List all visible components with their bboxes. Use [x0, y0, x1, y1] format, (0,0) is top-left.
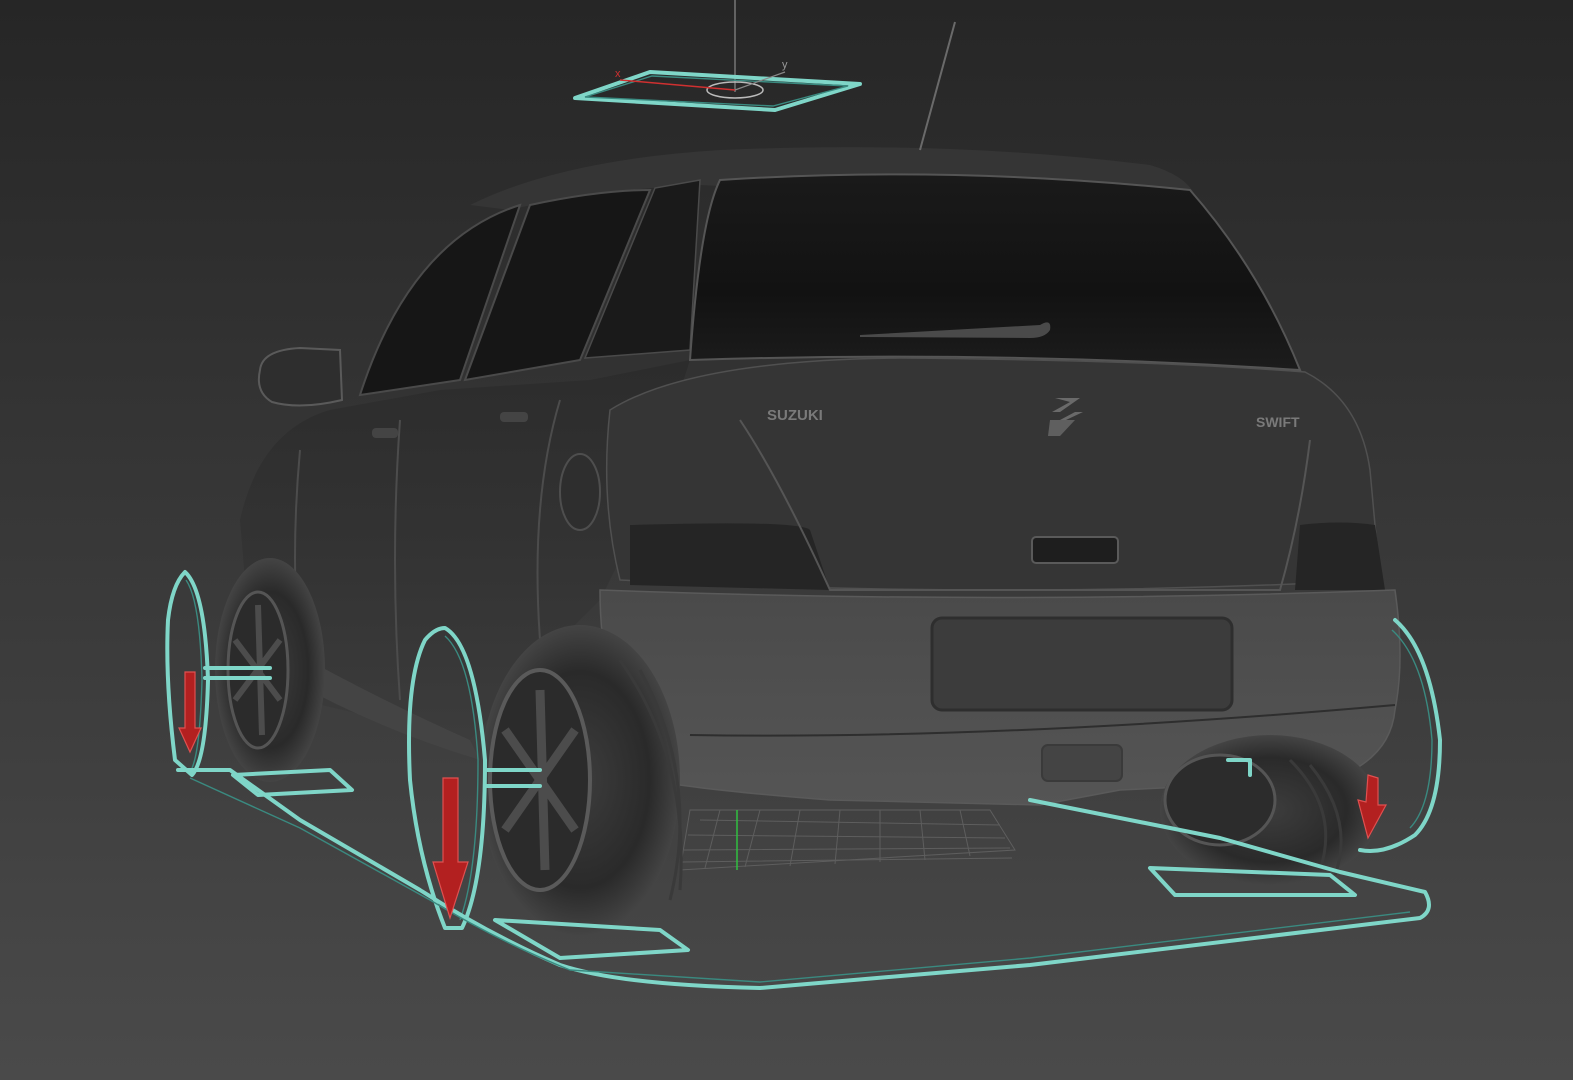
license-plate-recess	[930, 616, 1234, 712]
tailgate-handle	[1031, 536, 1119, 564]
wheel-rear-right[interactable]	[1160, 735, 1380, 885]
gizmo-y-label: y	[782, 59, 788, 71]
door-handle-front	[372, 428, 398, 438]
badge-swift-text: SWIFT	[1256, 414, 1300, 430]
gizmo-x-label: x	[615, 68, 621, 80]
fuel-door	[559, 453, 601, 531]
scene-canvas[interactable]: SUZUKI SWIFT x y	[0, 0, 1573, 1080]
door-handle-rear	[500, 412, 528, 422]
wheel-rear-left[interactable]	[480, 625, 683, 935]
side-mirror	[257, 346, 344, 407]
badge-suzuki-text: SUZUKI	[767, 407, 823, 424]
3d-viewport[interactable]: SUZUKI SWIFT x y	[0, 0, 1573, 1080]
